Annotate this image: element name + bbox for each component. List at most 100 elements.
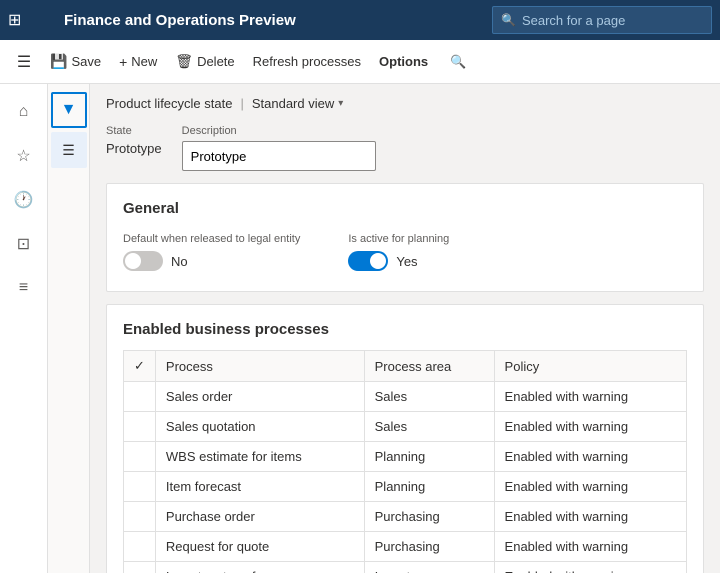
chevron-down-icon: ▾ xyxy=(338,98,343,109)
general-title: General xyxy=(123,200,687,217)
view-selector[interactable]: Standard view ▾ xyxy=(252,96,343,111)
table-header-row: ✓ Process Process area Policy xyxy=(124,351,687,382)
bp-section-title: Enabled business processes xyxy=(123,321,687,338)
row-policy: Enabled with warning xyxy=(494,442,686,472)
row-area: Purchasing xyxy=(364,502,494,532)
filter-button[interactable]: ▼ xyxy=(51,92,87,128)
row-check xyxy=(124,562,156,573)
row-area: Purchasing xyxy=(364,532,494,562)
description-label: Description xyxy=(182,125,376,137)
planning-toggle-switch[interactable] xyxy=(348,251,388,271)
app-title: Finance and Operations Preview xyxy=(56,12,492,29)
planning-toggle-thumb xyxy=(370,253,386,269)
default-toggle-thumb xyxy=(125,253,141,269)
row-process: Inventory transfer xyxy=(155,562,364,573)
plus-icon: + xyxy=(119,54,127,70)
row-process: Request for quote xyxy=(155,532,364,562)
row-area: Sales xyxy=(364,412,494,442)
breadcrumb-page: Product lifecycle state xyxy=(106,96,232,111)
workspace-icon: ⊡ xyxy=(17,234,30,254)
content-area: Product lifecycle state | Standard view … xyxy=(90,84,720,573)
sidebar-item-recent[interactable]: 🕐 xyxy=(4,180,44,220)
row-process: Sales order xyxy=(155,382,364,412)
row-area: Planning xyxy=(364,442,494,472)
top-navigation-bar: ⊞ Finance and Operations Preview 🔍 Searc… xyxy=(0,0,720,40)
table-row[interactable]: Sales order Sales Enabled with warning xyxy=(124,382,687,412)
modules-icon: ≡ xyxy=(19,279,28,297)
search-cmd-icon: 🔍 xyxy=(450,54,466,70)
row-policy: Enabled with warning xyxy=(494,382,686,412)
grid-menu-icon[interactable]: ⊞ xyxy=(8,10,32,30)
star-icon: ☆ xyxy=(16,146,30,166)
state-label: State xyxy=(106,125,162,137)
default-toggle-switch[interactable] xyxy=(123,251,163,271)
row-policy: Enabled with warning xyxy=(494,532,686,562)
row-check xyxy=(124,532,156,562)
list-view-button[interactable]: ☰ xyxy=(51,132,87,168)
row-policy: Enabled with warning xyxy=(494,502,686,532)
recent-icon: 🕐 xyxy=(14,190,34,210)
row-check xyxy=(124,442,156,472)
sidebar-item-modules[interactable]: ≡ xyxy=(4,268,44,308)
search-icon: 🔍 xyxy=(501,13,516,27)
breadcrumb-separator: | xyxy=(240,96,243,111)
delete-icon: 🗑 xyxy=(175,53,193,70)
main-layout: ⌂ ☆ 🕐 ⊡ ≡ ▼ ☰ Product lifecycle state | xyxy=(0,84,720,573)
table-row[interactable]: Request for quote Purchasing Enabled wit… xyxy=(124,532,687,562)
filter-panel: ▼ ☰ xyxy=(48,84,90,573)
delete-label: Delete xyxy=(197,54,235,69)
general-section: General Default when released to legal e… xyxy=(106,183,704,292)
hamburger-icon: ☰ xyxy=(17,52,31,72)
sidebar-item-workspace[interactable]: ⊡ xyxy=(4,224,44,264)
row-process: WBS estimate for items xyxy=(155,442,364,472)
view-label: Standard view xyxy=(252,96,334,111)
hamburger-button[interactable]: ☰ xyxy=(8,46,40,78)
row-area: Inventory xyxy=(364,562,494,573)
column-header-policy: Policy xyxy=(494,351,686,382)
business-processes-section: Enabled business processes ✓ Process Pro… xyxy=(106,304,704,573)
options-button[interactable]: Options xyxy=(371,48,436,75)
planning-toggle-control: Yes xyxy=(348,251,449,271)
refresh-label: Refresh processes xyxy=(253,54,361,69)
form-fields-row: State Prototype Description xyxy=(106,125,704,171)
row-check xyxy=(124,502,156,532)
table-row[interactable]: Purchase order Purchasing Enabled with w… xyxy=(124,502,687,532)
breadcrumb: Product lifecycle state | Standard view … xyxy=(106,96,704,111)
sidebar-item-home[interactable]: ⌂ xyxy=(4,92,44,132)
row-check xyxy=(124,412,156,442)
table-row[interactable]: Sales quotation Sales Enabled with warni… xyxy=(124,412,687,442)
new-button[interactable]: + New xyxy=(111,48,165,76)
column-header-area: Process area xyxy=(364,351,494,382)
refresh-button[interactable]: Refresh processes xyxy=(245,48,369,75)
row-process: Item forecast xyxy=(155,472,364,502)
sidebar-item-favorites[interactable]: ☆ xyxy=(4,136,44,176)
toggle-row: Default when released to legal entity No… xyxy=(123,233,687,271)
left-sidebar: ⌂ ☆ 🕐 ⊡ ≡ xyxy=(0,84,48,573)
table-row[interactable]: Inventory transfer Inventory Enabled wit… xyxy=(124,562,687,573)
save-icon: 💾 xyxy=(50,53,67,70)
command-bar: ☰ 💾 Save + New 🗑 Delete Refresh processe… xyxy=(0,40,720,84)
delete-button[interactable]: 🗑 Delete xyxy=(167,47,242,76)
row-process: Sales quotation xyxy=(155,412,364,442)
options-label: Options xyxy=(379,54,428,69)
new-label: New xyxy=(131,54,157,69)
global-search[interactable]: 🔍 Search for a page xyxy=(492,6,712,34)
row-area: Planning xyxy=(364,472,494,502)
filter-icon: ▼ xyxy=(61,101,77,119)
table-row[interactable]: WBS estimate for items Planning Enabled … xyxy=(124,442,687,472)
home-icon: ⌂ xyxy=(19,103,29,121)
row-check xyxy=(124,472,156,502)
row-policy: Enabled with warning xyxy=(494,412,686,442)
state-field: State Prototype xyxy=(106,125,162,171)
state-value: Prototype xyxy=(106,141,162,156)
planning-toggle-label: Is active for planning xyxy=(348,233,449,245)
description-input[interactable] xyxy=(182,141,376,171)
planning-toggle-group: Is active for planning Yes xyxy=(348,233,449,271)
row-policy: Enabled with warning xyxy=(494,562,686,573)
search-button[interactable]: 🔍 xyxy=(442,48,474,76)
row-process: Purchase order xyxy=(155,502,364,532)
row-check xyxy=(124,382,156,412)
search-placeholder: Search for a page xyxy=(522,13,625,28)
save-button[interactable]: 💾 Save xyxy=(42,47,109,76)
table-row[interactable]: Item forecast Planning Enabled with warn… xyxy=(124,472,687,502)
